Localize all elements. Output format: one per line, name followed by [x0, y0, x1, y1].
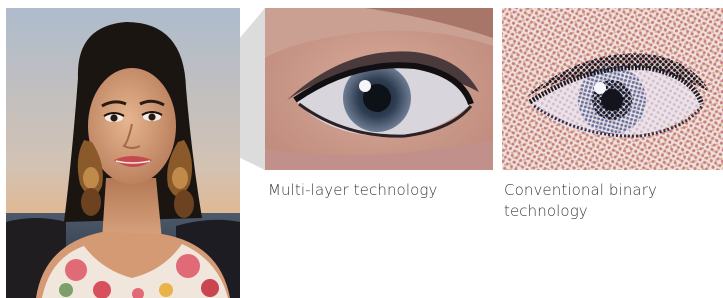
binary-eye-crop [502, 8, 723, 170]
multi-layer-eye-crop [265, 8, 493, 170]
conventional-binary-caption: Conventional binary technology [504, 181, 657, 220]
multi-layer-caption: Multi-layer technology [268, 181, 438, 199]
portrait-photo [6, 8, 240, 298]
